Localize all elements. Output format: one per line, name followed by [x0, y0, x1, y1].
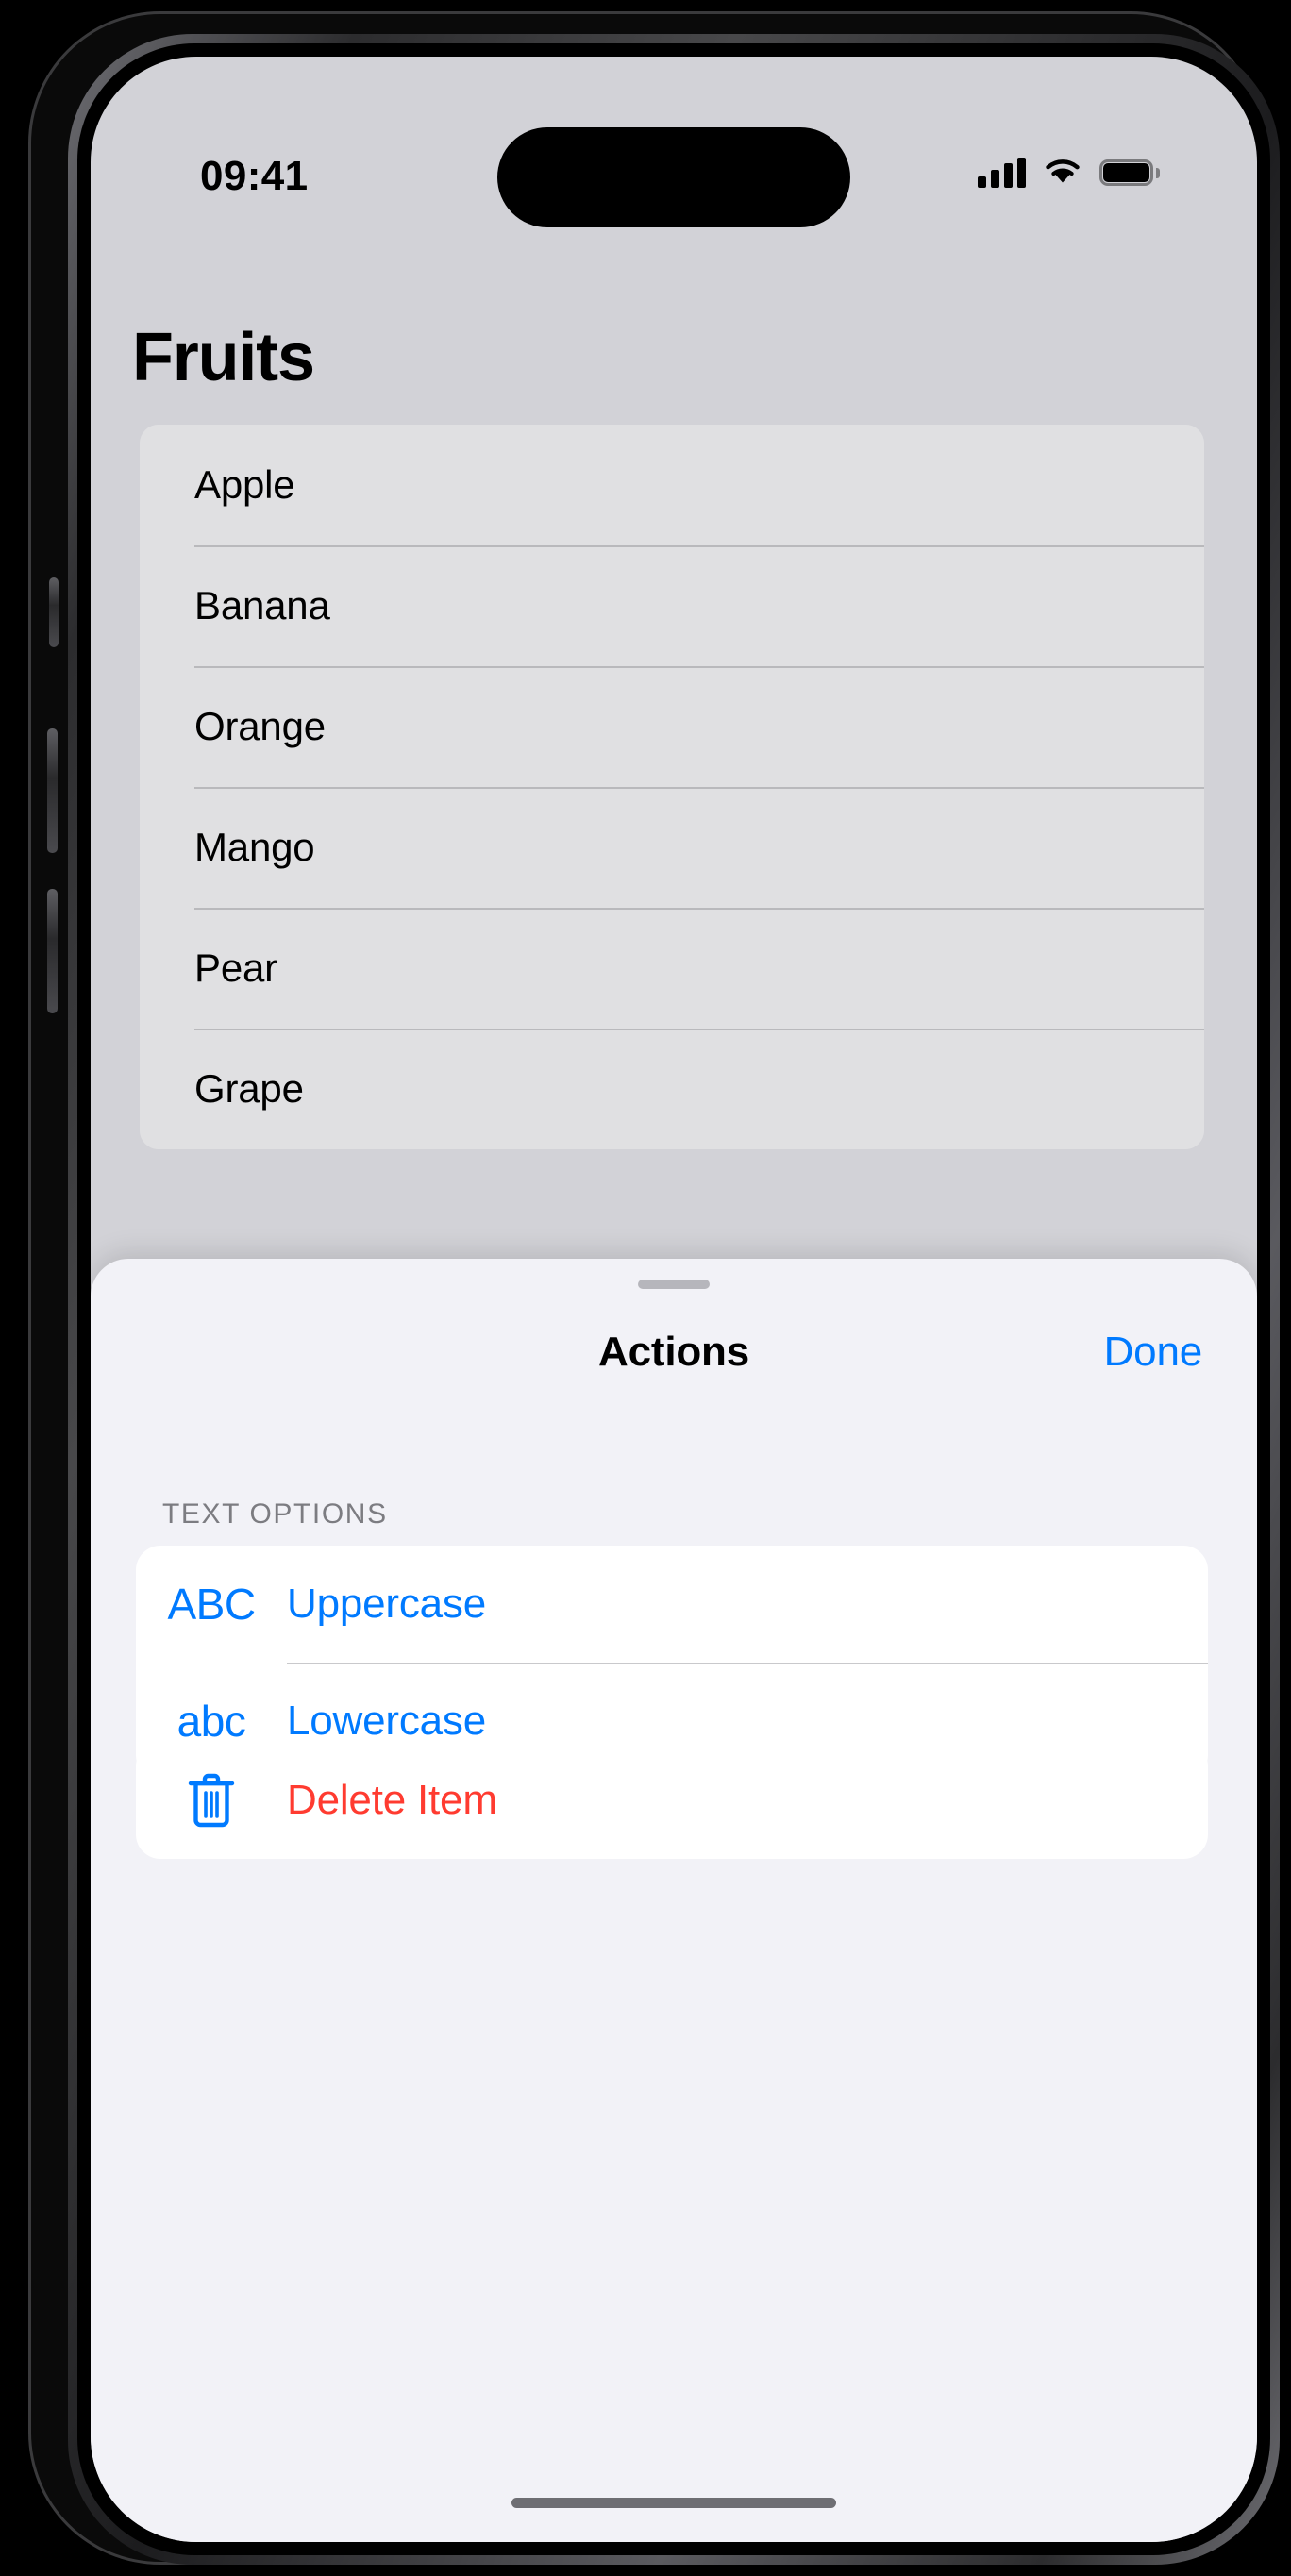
list-item[interactable]: Mango	[140, 787, 1204, 908]
section-header-text-options: TEXT OPTIONS	[162, 1498, 388, 1530]
list-item-label: Banana	[194, 583, 330, 627]
volume-up-button[interactable]	[47, 728, 58, 853]
list-item[interactable]: Banana	[140, 545, 1204, 666]
status-bar-time: 09:41	[200, 153, 309, 199]
list-item-label: Pear	[194, 945, 277, 990]
lowercase-abc-glyph: abc	[176, 1697, 246, 1746]
action-row-label: Delete Item	[287, 1777, 497, 1823]
action-row-uppercase[interactable]: ABC Uppercase	[136, 1546, 1208, 1663]
destructive-group: Delete Item	[136, 1742, 1208, 1859]
list-item[interactable]: Orange	[140, 666, 1204, 787]
list-item[interactable]: Grape	[140, 1029, 1204, 1149]
status-bar-indicators	[978, 151, 1160, 194]
uppercase-abc-glyph: ABC	[167, 1580, 256, 1629]
action-row-delete-item[interactable]: Delete Item	[136, 1742, 1208, 1859]
volume-down-button[interactable]	[47, 889, 58, 1013]
battery-full-icon	[1099, 159, 1160, 186]
list-item[interactable]: Apple	[140, 425, 1204, 545]
list-item[interactable]: Pear	[140, 908, 1204, 1029]
device-frame: 09:41 Fruits Apple Banana Orange Mango P…	[28, 11, 1280, 2565]
list-item-label: Apple	[194, 462, 295, 507]
sheet-header: Actions Done	[91, 1310, 1257, 1400]
trash-icon	[136, 1771, 287, 1830]
done-button[interactable]: Done	[1104, 1329, 1203, 1376]
status-bar: 09:41	[91, 57, 1257, 227]
wifi-icon	[1042, 156, 1083, 191]
action-sheet: Actions Done TEXT OPTIONS ABC Uppercase …	[91, 1259, 1257, 2542]
action-row-label: Lowercase	[287, 1698, 486, 1744]
list-item-label: Mango	[194, 825, 315, 869]
silent-switch-button[interactable]	[49, 577, 59, 647]
home-indicator[interactable]	[511, 2498, 836, 2508]
page-title: Fruits	[132, 320, 315, 395]
sheet-grabber-handle[interactable]	[638, 1280, 710, 1289]
lowercase-abc-icon: abc	[136, 1696, 287, 1747]
phone-screen: 09:41 Fruits Apple Banana Orange Mango P…	[91, 57, 1257, 2542]
action-row-label: Uppercase	[287, 1581, 486, 1627]
sheet-title: Actions	[598, 1329, 749, 1375]
uppercase-abc-icon: ABC	[136, 1579, 287, 1630]
fruit-list: Apple Banana Orange Mango Pear Grape	[140, 425, 1204, 1149]
list-item-label: Orange	[194, 704, 326, 748]
cellular-bars-icon	[978, 158, 1026, 188]
dynamic-island	[497, 127, 850, 227]
list-item-label: Grape	[194, 1066, 304, 1111]
